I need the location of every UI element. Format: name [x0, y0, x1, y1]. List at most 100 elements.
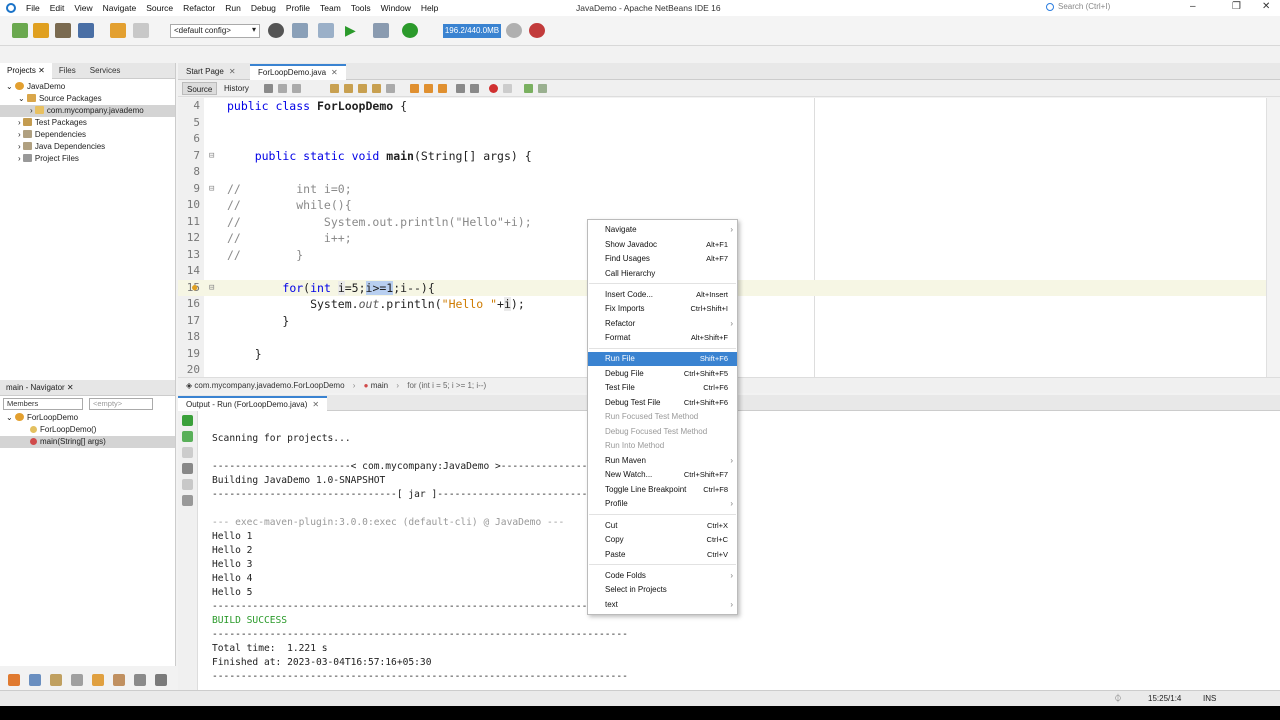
minimize-button[interactable]: – — [1190, 1, 1196, 12]
menu-view[interactable]: View — [74, 3, 92, 13]
tab-forloopdemo[interactable]: ForLoopDemo.java ✕ — [250, 64, 346, 80]
settings-icon[interactable] — [182, 463, 193, 474]
menu-item-debug-file[interactable]: Debug File Ctrl+Shift+F5 — [588, 367, 737, 381]
back-icon[interactable] — [278, 84, 287, 93]
filter-output-icon[interactable] — [182, 495, 193, 506]
shift-left-icon[interactable] — [456, 84, 465, 93]
clean-icon[interactable] — [318, 23, 334, 38]
filter-inherited-icon[interactable] — [92, 674, 104, 686]
close-icon[interactable]: ✕ — [38, 66, 45, 75]
tree-item-dependencies[interactable]: › Dependencies — [0, 129, 175, 141]
fold-icon[interactable]: ⊟ — [209, 181, 214, 198]
gc-icon[interactable] — [506, 23, 522, 38]
tab-services[interactable]: Services — [83, 63, 128, 79]
filter-fields-icon[interactable] — [29, 674, 41, 686]
undo-icon[interactable] — [110, 23, 126, 38]
debug-icon[interactable] — [373, 23, 389, 38]
menu-item-fix-imports[interactable]: Fix Imports Ctrl+Shift+I — [588, 302, 737, 316]
nav-item-class[interactable]: ⌄ ForLoopDemo — [0, 412, 175, 424]
nav-item-constructor[interactable]: ForLoopDemo() — [0, 424, 175, 436]
close-icon[interactable]: ✕ — [229, 67, 236, 76]
tab-start-page[interactable]: Start Page ✕ — [178, 64, 244, 80]
run-icon[interactable]: ▶ — [345, 23, 361, 38]
tree-item-package[interactable]: › com.mycompany.javademo — [0, 105, 175, 117]
menu-item-show-javadoc[interactable]: Show Javadoc Alt+F1 — [588, 238, 737, 252]
start-macro-icon[interactable] — [489, 84, 498, 93]
filter-nonpublic-icon[interactable] — [71, 674, 83, 686]
javadoc-icon[interactable] — [155, 674, 167, 686]
filter-select[interactable]: <empty> — [89, 398, 153, 410]
menu-item-cut[interactable]: Cut Ctrl+X — [588, 519, 737, 533]
menu-item-insert-code[interactable]: Insert Code... Alt+Insert — [588, 288, 737, 302]
config-select[interactable]: <default config> ▾ — [170, 24, 260, 38]
find-next-icon[interactable] — [358, 84, 367, 93]
save-all-icon[interactable] — [78, 23, 94, 38]
menu-item-format[interactable]: Format Alt+Shift+F — [588, 331, 737, 345]
menu-item-test-file[interactable]: Test File Ctrl+F6 — [588, 381, 737, 395]
menu-item-run-file[interactable]: Run File Shift+F6 — [588, 352, 737, 366]
profile-icon[interactable] — [402, 23, 418, 38]
toggle-bookmark-icon[interactable] — [438, 84, 447, 93]
menu-run[interactable]: Run — [225, 3, 241, 13]
menu-debug[interactable]: Debug — [251, 3, 276, 13]
menu-item-find-usages[interactable]: Find Usages Alt+F7 — [588, 252, 737, 266]
source-button[interactable]: Source — [182, 82, 218, 95]
clean-build-icon[interactable] — [292, 23, 308, 38]
menu-edit[interactable]: Edit — [50, 3, 65, 13]
toggle-highlight-icon[interactable] — [372, 84, 381, 93]
menu-item-new-watch[interactable]: New Watch... Ctrl+Shift+F7 — [588, 468, 737, 482]
uncomment-icon[interactable] — [538, 84, 547, 93]
menu-source[interactable]: Source — [146, 3, 173, 13]
tree-item-javademo[interactable]: ⌄ JavaDemo — [0, 81, 175, 93]
tree-item-java-dependencies[interactable]: › Java Dependencies — [0, 141, 175, 153]
stop-macro-icon[interactable] — [503, 84, 512, 93]
close-icon[interactable]: ✕ — [67, 383, 74, 392]
redo-icon[interactable] — [133, 23, 149, 38]
notifications-icon[interactable]: ⏀ — [1114, 691, 1122, 706]
menu-navigate[interactable]: Navigate — [103, 3, 137, 13]
menu-item-code-folds[interactable]: Code Folds › — [588, 569, 737, 583]
menu-item-toggle-breakpoint[interactable]: Toggle Line Breakpoint Ctrl+F8 — [588, 483, 737, 497]
find-prev-icon[interactable] — [344, 84, 353, 93]
close-icon[interactable]: ✕ — [312, 400, 319, 409]
menu-help[interactable]: Help — [421, 3, 438, 13]
menu-window[interactable]: Window — [381, 3, 411, 13]
sort-source-icon[interactable] — [134, 674, 146, 686]
tab-output-run[interactable]: Output - Run (ForLoopDemo.java) ✕ — [178, 396, 328, 412]
menu-item-copy[interactable]: Copy Ctrl+C — [588, 533, 737, 547]
sort-name-icon[interactable] — [113, 674, 125, 686]
tab-projects[interactable]: Projects ✕ — [0, 62, 52, 79]
menu-tools[interactable]: Tools — [351, 3, 371, 13]
menu-item-select-in-projects[interactable]: Select in Projects — [588, 583, 737, 597]
stop-icon[interactable] — [182, 447, 193, 458]
close-button[interactable]: ✕ — [1262, 1, 1270, 12]
shift-right-icon[interactable] — [470, 84, 479, 93]
menu-file[interactable]: File — [26, 3, 40, 13]
caret-position[interactable]: 15:25/1:4 — [1148, 691, 1181, 706]
history-button[interactable]: History — [220, 82, 253, 95]
fold-icon[interactable]: ⊟ — [209, 148, 214, 165]
memory-indicator[interactable]: 196.2/440.0MB — [443, 24, 501, 38]
navigator-tab[interactable]: main - Navigator ✕ — [0, 380, 175, 396]
forward-icon[interactable] — [292, 84, 301, 93]
menu-item-call-hierarchy[interactable]: Call Hierarchy — [588, 267, 737, 281]
menu-item-navigate[interactable]: Navigate › — [588, 223, 737, 237]
pause-io-icon[interactable] — [529, 23, 545, 38]
menu-item-refactor[interactable]: Refactor › — [588, 317, 737, 331]
tree-item-project-files[interactable]: › Project Files — [0, 153, 175, 165]
menu-item-debug-test-file[interactable]: Debug Test File Ctrl+Shift+F6 — [588, 396, 737, 410]
close-icon[interactable]: ✕ — [331, 68, 338, 77]
hint-bulb-icon[interactable]: ● — [192, 280, 197, 297]
menu-item-paste[interactable]: Paste Ctrl+V — [588, 548, 737, 562]
next-bookmark-icon[interactable] — [424, 84, 433, 93]
open-project-icon[interactable] — [55, 23, 71, 38]
insert-mode[interactable]: INS — [1203, 691, 1216, 706]
breadcrumb-for[interactable]: for (int i = 5; i >= 1; i--) — [407, 381, 486, 390]
menu-profile[interactable]: Profile — [286, 3, 310, 13]
menu-team[interactable]: Team — [320, 3, 341, 13]
clear-icon[interactable] — [182, 479, 193, 490]
breadcrumb-class[interactable]: com.mycompany.javademo.ForLoopDemo — [194, 381, 344, 390]
menu-refactor[interactable]: Refactor — [183, 3, 215, 13]
editor-scrollbar[interactable] — [1266, 98, 1280, 377]
filter-static-icon[interactable] — [50, 674, 62, 686]
